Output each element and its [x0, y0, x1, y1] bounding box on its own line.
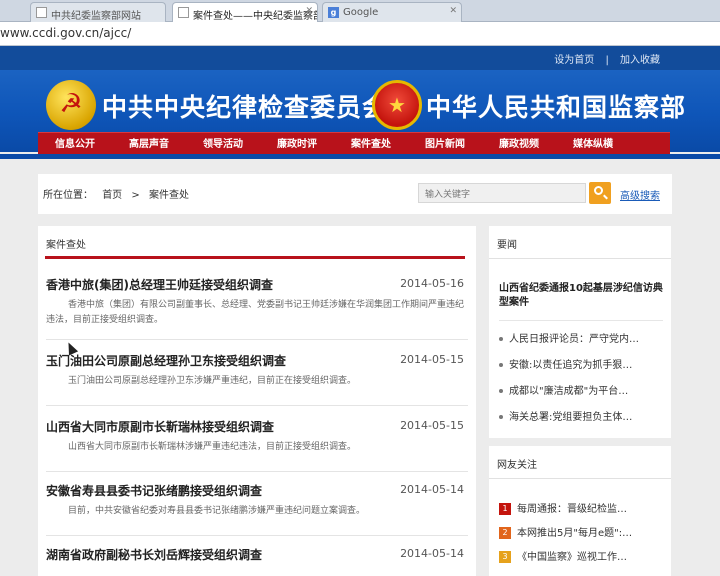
bullet-icon [499, 389, 503, 393]
tab-label: 中共纪委监察部网站 [51, 11, 141, 22]
case-summary: 目前，中共安徽省纪委对寿县县委书记张绪鹏涉嫌严重违纪问题立案调查。 [68, 506, 366, 516]
rank-badge: 1 [499, 503, 511, 515]
breadcrumb-separator: > [131, 190, 140, 201]
search-button[interactable] [589, 182, 611, 204]
focus-item[interactable]: 1 每周通报：晋级纪检监… [499, 500, 627, 515]
breadcrumb-current: 案件查处 [148, 190, 189, 201]
close-tab-icon[interactable]: ✕ [449, 6, 457, 16]
case-list-panel: 案件查处 香港中旅(集团)总经理王帅廷接受组织调查 2014-05-16 香港中… [38, 226, 476, 576]
separator: | [605, 55, 609, 66]
heading-divider [45, 256, 465, 259]
url-text[interactable]: www.ccdi.gov.cn/ajcc/ [0, 26, 131, 40]
focus-item-label: 本网推出5月"每月e题":… [517, 528, 633, 539]
breadcrumb-label: 所在位置： [43, 190, 93, 201]
breadcrumb-bar: 所在位置： 首页 > 案件查处 输入关键字 高级搜索 [38, 174, 672, 214]
divider [489, 258, 671, 259]
case-title-link[interactable]: 安徽省寿县县委书记张绪鹏接受组织调查 [46, 482, 262, 499]
news-item[interactable]: 安徽:以责任追究为抓手狠… [499, 356, 632, 371]
browser-tab-2[interactable]: 案件查处——中央纪委监察部 ✕ [172, 2, 318, 23]
case-date: 2014-05-14 [400, 547, 464, 560]
list-item: 湖南省政府副秘书长刘岳辉接受组织调查 2014-05-14 [46, 546, 468, 576]
news-heading: 要闻 [497, 240, 517, 251]
news-item[interactable]: 成都以"廉洁成都"为平台… [499, 382, 628, 397]
focus-panel: 网友关注 1 每周通报：晋级纪检监… 2 本网推出5月"每月e题":… 3 《中国监察… [489, 446, 671, 576]
case-title-link[interactable]: 玉门油田公司原副总经理孙卫东接受组织调查 [46, 352, 286, 369]
news-item[interactable]: 人民日报评论员：严守党内… [499, 330, 639, 345]
tab-label: Google [343, 7, 379, 18]
focus-item[interactable]: 3 《中国监察》巡视工作… [499, 548, 627, 563]
browser-tab-1[interactable]: 中共纪委监察部网站 [30, 2, 166, 22]
set-homepage-link[interactable]: 设为首页 [554, 55, 594, 66]
top-link-bar: 设为首页 | 加入收藏 [0, 46, 720, 70]
bullet-icon [499, 363, 503, 367]
rank-badge: 2 [499, 527, 511, 539]
search-icon [594, 186, 603, 195]
news-panel: 要闻 山西省纪委通报10起基层涉纪信访典型案件 人民日报评论员：严守党内… 安徽… [489, 226, 671, 438]
news-item[interactable]: 海关总署:党组要担负主体… [499, 408, 632, 423]
rank-badge: 3 [499, 551, 511, 563]
breadcrumb-home-link[interactable]: 首页 [102, 190, 122, 201]
case-date: 2014-05-15 [400, 353, 464, 366]
address-bar[interactable]: www.ccdi.gov.cn/ajcc/ [0, 22, 720, 46]
case-title-link[interactable]: 香港中旅(集团)总经理王帅廷接受组织调查 [46, 276, 273, 293]
page-favicon-icon [36, 7, 47, 18]
case-summary: 香港中旅（集团）有限公司副董事长、总经理、党委副书记王帅廷涉嫌在华润集团工作期间… [46, 300, 465, 325]
case-summary: 玉门油田公司原副总经理孙卫东涉嫌严重违纪，目前正在接受组织调查。 [68, 376, 357, 386]
case-title-link[interactable]: 湖南省政府副秘书长刘岳辉接受组织调查 [46, 546, 262, 563]
case-date: 2014-05-15 [400, 419, 464, 432]
google-favicon-icon: g [328, 7, 339, 18]
list-item: 香港中旅(集团)总经理王帅廷接受组织调查 2014-05-16 香港中旅（集团）… [46, 276, 468, 340]
bullet-icon [499, 337, 503, 341]
advanced-search-link[interactable]: 高级搜索 [620, 187, 660, 202]
banner-title-left: 中共中央纪律检查委员会 [102, 93, 389, 122]
divider [499, 320, 663, 321]
list-item: 玉门油田公司原副总经理孙卫东接受组织调查 2014-05-15 玉门油田公司原副… [46, 352, 468, 406]
focus-item[interactable]: 2 本网推出5月"每月e题":… [499, 524, 632, 539]
list-item: 安徽省寿县县委书记张绪鹏接受组织调查 2014-05-14 目前，中共安徽省纪委… [46, 482, 468, 536]
case-title-link[interactable]: 山西省大同市原副市长靳瑞林接受组织调查 [46, 418, 274, 435]
tab-label: 案件查处——中央纪委监察部 [193, 11, 318, 22]
focus-heading: 网友关注 [497, 460, 537, 471]
focus-item-label: 每周通报：晋级纪检监… [517, 504, 627, 515]
list-item: 山西省大同市原副市长靳瑞林接受组织调查 2014-05-15 山西省大同市原副市… [46, 418, 468, 472]
panel-heading: 案件查处 [46, 240, 86, 251]
divider [489, 478, 671, 479]
party-emblem-icon: ☭ [46, 80, 96, 130]
nav-underline [0, 154, 720, 159]
news-item-label: 安徽:以责任追究为抓手狠… [509, 360, 633, 371]
add-favorite-link[interactable]: 加入收藏 [620, 55, 660, 66]
news-item-label: 成都以"廉洁成都"为平台… [509, 386, 629, 397]
headline-link[interactable]: 山西省纪委通报10起基层涉纪信访典型案件 [499, 282, 669, 310]
news-item-label: 人民日报评论员：严守党内… [509, 334, 639, 345]
close-tab-icon[interactable]: ✕ [305, 6, 313, 16]
main-nav: 信息公开 高层声音 领导活动 廉政时评 案件查处 图片新闻 廉政视频 媒体纵横 [38, 132, 670, 156]
news-item-label: 海关总署:党组要担负主体… [509, 412, 633, 423]
focus-item-label: 《中国监察》巡视工作… [517, 552, 627, 563]
breadcrumb: 所在位置： 首页 > 案件查处 [43, 186, 195, 201]
search-input[interactable]: 输入关键字 [418, 183, 586, 203]
case-date: 2014-05-14 [400, 483, 464, 496]
page-favicon-icon [178, 7, 189, 18]
top-links: 设为首页 | 加入收藏 [550, 51, 664, 66]
browser-tab-bar: 中共纪委监察部网站 案件查处——中央纪委监察部 ✕ g Google ✕ [0, 0, 720, 23]
browser-tab-3[interactable]: g Google ✕ [322, 2, 462, 22]
case-date: 2014-05-16 [400, 277, 464, 290]
banner-title-right: 中华人民共和国监察部 [426, 93, 687, 122]
national-emblem-icon: ★ [372, 80, 422, 130]
bullet-icon [499, 415, 503, 419]
case-summary: 山西省大同市原副市长靳瑞林涉嫌严重违纪违法，目前正接受组织调查。 [68, 442, 357, 452]
page: 设为首页 | 加入收藏 ☭ 中共中央纪律检查委员会 ★ 中华人民共和国监察部 信… [0, 46, 720, 576]
